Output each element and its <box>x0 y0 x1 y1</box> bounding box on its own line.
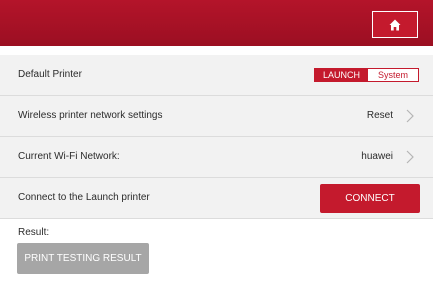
wireless-settings-label: Wireless printer network settings <box>18 110 163 121</box>
printer-toggle[interactable]: LAUNCH System <box>314 68 419 82</box>
reset-value: Reset <box>366 110 393 121</box>
chevron-right-icon <box>406 109 414 123</box>
wifi-network-row[interactable]: Current Wi-Fi Network: huawei <box>0 137 433 178</box>
top-bar <box>0 0 433 46</box>
wireless-settings-row[interactable]: Wireless printer network settings Reset <box>0 96 433 137</box>
launch-option[interactable]: LAUNCH <box>315 69 368 81</box>
connect-printer-row: Connect to the Launch printer CONNECT <box>0 178 433 219</box>
settings-panel: Default Printer LAUNCH System Wireless p… <box>0 55 433 219</box>
connect-printer-label: Connect to the Launch printer <box>18 192 150 203</box>
result-label: Result: <box>18 227 50 238</box>
connect-button[interactable]: CONNECT <box>320 184 420 213</box>
system-option[interactable]: System <box>368 69 418 81</box>
home-button[interactable] <box>372 11 418 38</box>
default-printer-row: Default Printer LAUNCH System <box>0 55 433 96</box>
wifi-network-label: Current Wi-Fi Network: <box>18 151 120 162</box>
default-printer-label: Default Printer <box>18 69 82 80</box>
wifi-network-value: huawei <box>361 151 393 162</box>
chevron-right-icon <box>406 150 414 164</box>
print-testing-result-button[interactable]: PRINT TESTING RESULT <box>17 243 149 274</box>
home-icon <box>389 19 401 30</box>
